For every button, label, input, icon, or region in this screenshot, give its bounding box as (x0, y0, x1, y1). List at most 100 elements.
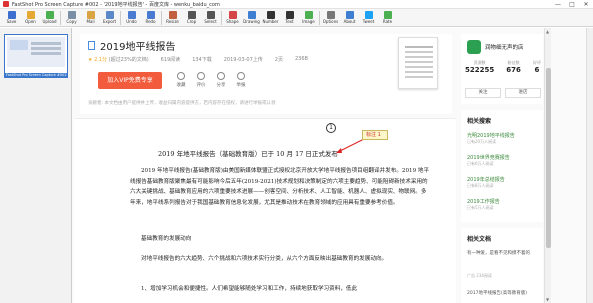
copy-button[interactable]: Copy (62, 9, 81, 27)
drawing-button[interactable]: Drawing (242, 9, 261, 27)
number-icon (266, 11, 275, 19)
related-search-item[interactable]: 2019工作报告 已有5万人阅读 (467, 198, 541, 211)
related-item-title: 光明2019地平线报告 (467, 133, 515, 139)
close-button[interactable]: ✕ (579, 1, 593, 8)
report-icon (237, 72, 245, 80)
visit-shop-button[interactable]: 进店 (505, 88, 541, 98)
stat-resources: 资源数 522255 (465, 60, 494, 74)
related-search-item[interactable]: 2019世界竞赛报告 已有6万人阅读 (467, 154, 541, 167)
related-document-link[interactable]: 有一种爱，是看不见和摸不着的 (467, 250, 530, 256)
resize-button[interactable]: Resize (163, 9, 182, 27)
scrollbar-thumb[interactable] (546, 68, 551, 248)
toolbar-label: Resize (166, 19, 179, 24)
stat-rating: 好评 6 (533, 60, 541, 74)
shop-stats: 资源数 522255 粉丝数 676 好评 6 (465, 60, 541, 74)
shape-button[interactable]: Shape (223, 9, 242, 27)
toolbar-label: Rate (382, 19, 393, 24)
window-scrollbar[interactable] (586, 28, 593, 303)
rate-icon (197, 72, 205, 80)
related-documents-panel: 相关文档 有一种爱，是看不见和摸不着的 广告 234阅读 2017地平线报告(高… (461, 228, 543, 303)
content-subheading: 基础教育的发展动向 (141, 236, 192, 242)
toolbar-label: Drawing (243, 19, 260, 24)
rate-action[interactable]: 评价 (194, 72, 208, 88)
stat-value: 522255 (465, 66, 495, 74)
maximize-button[interactable]: □ (565, 1, 579, 8)
toolbar-label: Tweet (362, 19, 375, 24)
text-button[interactable]: Text (280, 9, 299, 27)
select-button[interactable]: Select (201, 9, 220, 27)
related-search-item[interactable]: 光明2019地平线报告 已有20万人阅读 (467, 132, 541, 145)
related-document-meta: 广告 234阅读 (467, 273, 492, 278)
image-button[interactable]: Image (299, 9, 318, 27)
report-action[interactable]: 举报 (234, 72, 248, 88)
tweet-button[interactable]: Tweet (359, 9, 378, 27)
annotation-callout[interactable]: 标注 1 (362, 130, 388, 140)
toolbar-label: Export (102, 19, 117, 24)
shop-logo-icon (467, 40, 481, 54)
related-document-link[interactable]: 2017地平线报告(高等教育版) (467, 290, 527, 296)
crop-button[interactable]: Crop (182, 9, 201, 27)
capture-thumbnail[interactable]: FastShot Pro Screen Capture #002 - '2019… (4, 34, 68, 78)
rate-button[interactable]: Rate (378, 9, 397, 27)
related-item-meta: 已有20万人阅读 (467, 139, 497, 144)
related-search-item[interactable]: 2019年总结报告 已有8万人阅读 (467, 176, 541, 189)
toolbar-label: Crop (186, 19, 197, 24)
document-preview-thumbnail[interactable] (398, 37, 438, 89)
content-paragraph-2: 对地平线报告的六大趋势、六个挑战和六项技术实行分类，从六个方面反映出基础教育的发… (141, 256, 388, 262)
share-label: 分享 (216, 83, 226, 88)
contributor-notice: 贡献者: 本文档由用户提供并上传，收益归属内容提供方，若内容存在侵权，请进行举报… (88, 101, 276, 106)
document-title: 2019地平线报告 (100, 42, 176, 53)
mail-button[interactable]: Mail (81, 9, 100, 27)
toolbar-label: Options (322, 19, 339, 24)
redo-icon (146, 11, 155, 19)
stat-value: 6 (534, 66, 540, 74)
related-item-meta: 已有6万人阅读 (467, 161, 494, 166)
shop-card: 润物细无声的店 资源数 522255 粉丝数 676 好评 6 关注 进店 (461, 34, 543, 104)
favorite-action[interactable]: 收藏 (174, 72, 188, 88)
captured-image-canvas: 2019地平线报告 ★ 2.1分 (超过23%的文档) 619阅读 134下载 … (72, 28, 593, 303)
report-label: 举报 (236, 83, 246, 88)
copy-icon (67, 11, 76, 19)
page-sidebar: 润物细无声的店 资源数 522255 粉丝数 676 好评 6 关注 进店 相关搜索 … (461, 28, 543, 303)
export-button[interactable]: Export (100, 9, 119, 27)
page-scrollbar[interactable]: ▲ ▼ (544, 28, 551, 303)
toolbar-label: Number (262, 19, 279, 24)
related-search-title: 相关搜索 (467, 118, 492, 125)
join-vip-button[interactable]: 加入VIP免费专享 (98, 72, 162, 89)
file-size: 236B (294, 56, 308, 62)
pages: 2页 (274, 57, 283, 63)
related-search-panel: 相关搜索 光明2019地平线报告 已有20万人阅读 2019世界竞赛报告 已有6万人… (461, 110, 543, 222)
content-paragraph-1: 2019 年地平线报告(基础教育版)由美国新媒体联盟正式授权北京开放大学地平线报… (130, 168, 430, 206)
scroll-down-arrow-icon[interactable]: ▼ (546, 297, 549, 302)
minimize-button[interactable]: — (551, 1, 565, 8)
toolbar-label: Shape (226, 19, 239, 24)
number-annotation-marker[interactable]: 1 (326, 123, 336, 133)
save-icon (7, 11, 16, 19)
image-icon (304, 11, 313, 19)
undo-button[interactable]: Undo (122, 9, 141, 27)
about-button[interactable]: About (340, 9, 359, 27)
shop-name[interactable]: 润物细无声的店 (485, 43, 524, 51)
resize-icon (168, 11, 177, 19)
toolbar-label: Redo (145, 19, 156, 24)
favorite-icon (177, 72, 185, 80)
toolbar-label: Undo (126, 19, 137, 24)
share-action[interactable]: 分享 (214, 72, 228, 88)
upload-button[interactable]: Upload (40, 9, 59, 27)
options-icon (326, 11, 335, 19)
options-button[interactable]: Options (321, 9, 340, 27)
toolbar-label: Select (204, 19, 217, 24)
scroll-up-arrow-icon[interactable]: ▲ (546, 29, 549, 34)
number-button[interactable]: Number (261, 9, 280, 27)
toolbar-label: About (343, 19, 356, 24)
toolbar-label: Image (302, 19, 315, 24)
content-paragraph-3: 1、增加学习机会和便捷性。人们希望能够随处学习和工作，持续地获取学习资料，低此 (141, 286, 358, 292)
open-button[interactable]: Open (21, 9, 40, 27)
document-icon (88, 41, 95, 50)
text-icon (285, 11, 294, 19)
document-header: 2019地平线报告 ★ 2.1分 (超过23%的文档) 619阅读 134下载 … (80, 34, 452, 114)
follow-button[interactable]: 关注 (465, 88, 501, 98)
save-button[interactable]: Save (2, 9, 21, 27)
redo-button[interactable]: Redo (141, 9, 160, 27)
stat-fans: 粉丝数 676 (506, 60, 521, 74)
